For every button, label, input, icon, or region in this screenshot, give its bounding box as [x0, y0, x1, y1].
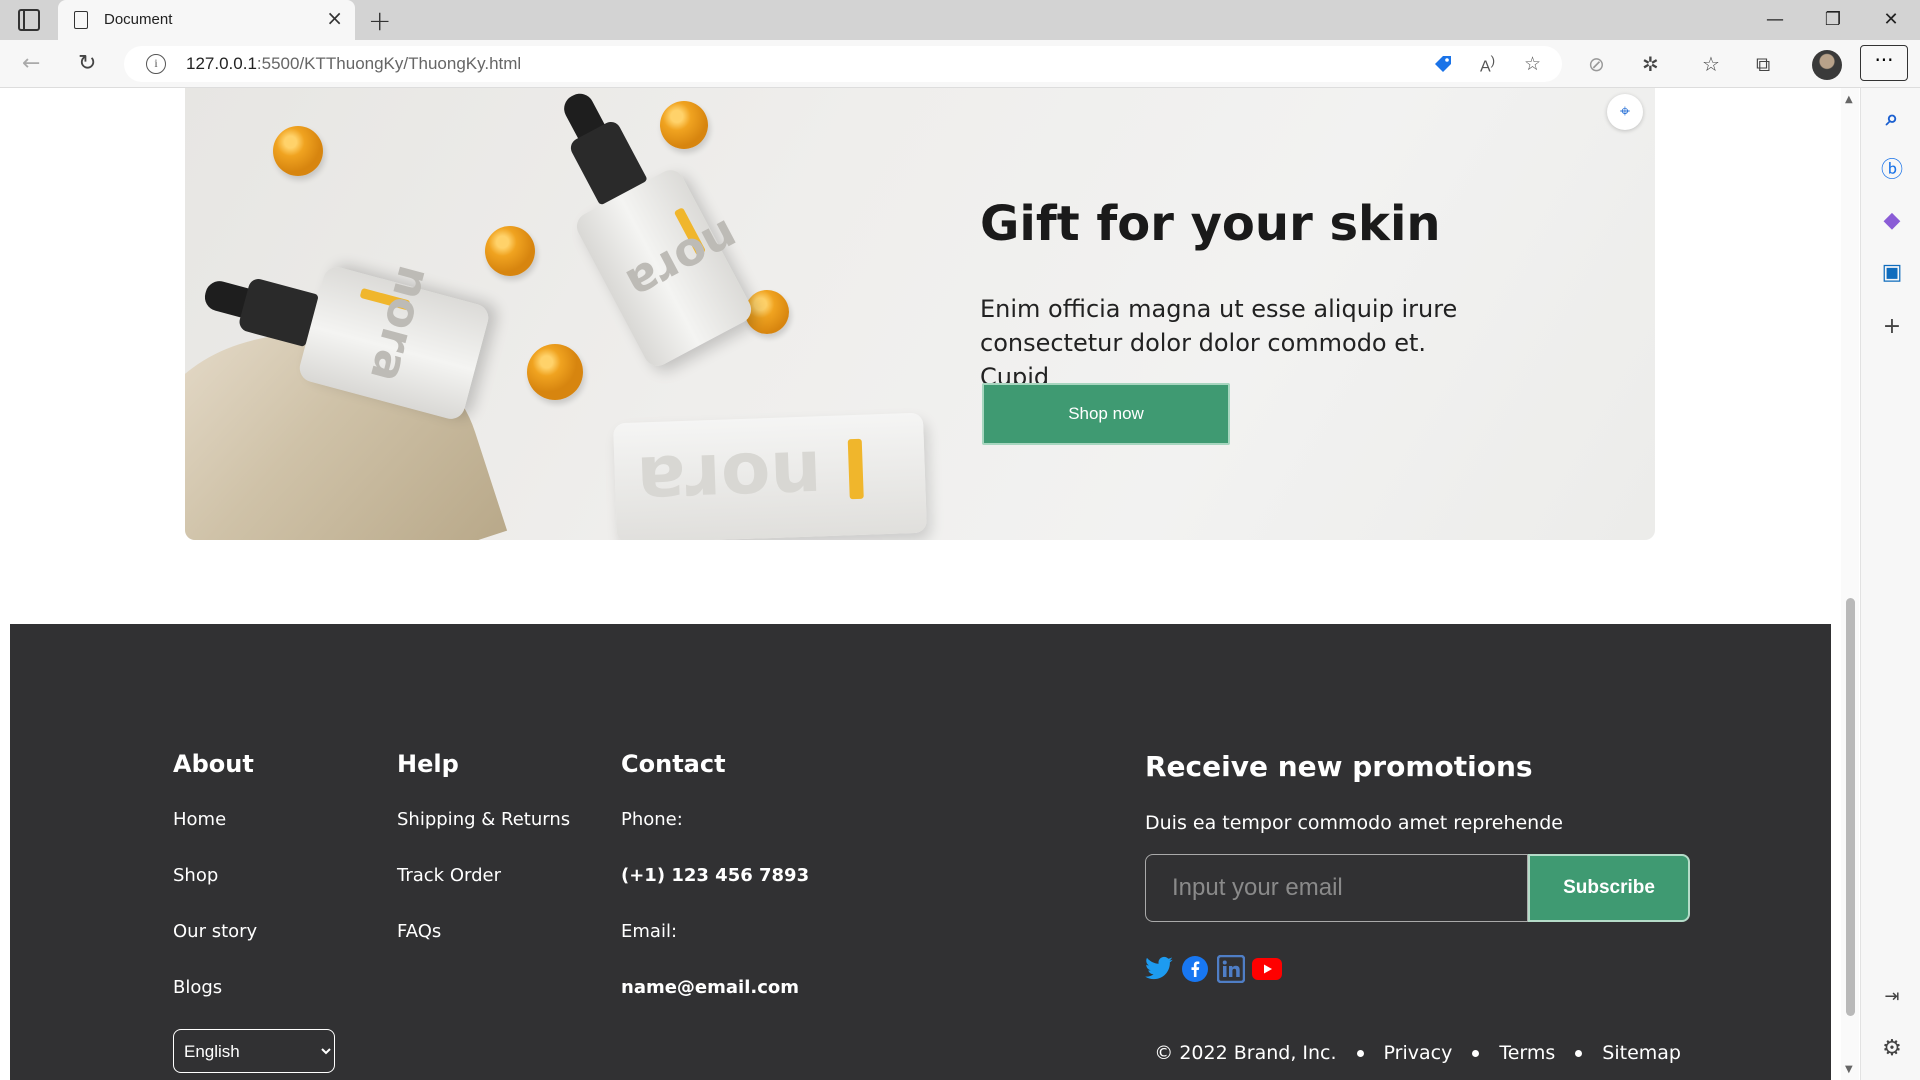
browser-tab[interactable]: Document × [58, 0, 355, 40]
berry-image [485, 226, 535, 276]
extensions-icon[interactable]: ✲ [1642, 52, 1659, 76]
email-label: Email: [621, 921, 678, 942]
address-toolbar: ← ↻ i 127.0.0.1:5500/KTThuongKy/ThuongKy… [0, 40, 1920, 88]
promotions-subtext: Duis ea tempor commodo amet reprehende [1145, 812, 1563, 834]
restore-icon[interactable]: ❐ [1808, 6, 1858, 34]
berry-image [273, 126, 323, 176]
profile-avatar[interactable] [1812, 50, 1842, 80]
berry-image [745, 290, 789, 334]
bottle-brand-text: nora [359, 260, 443, 389]
phone-value: (+1) 123 456 7893 [621, 865, 810, 886]
copyright-text: © 2022 Brand, Inc. [1154, 1042, 1337, 1064]
hero-title: Gift for your skin [980, 196, 1441, 252]
page-viewport: nora nora nora ⌖ Gift for your skin Enim… [0, 88, 1841, 1080]
subscribe-button[interactable]: Subscribe [1528, 854, 1690, 922]
tab-actions-icon[interactable] [18, 9, 40, 31]
shopping-tag-icon[interactable] [1432, 53, 1454, 80]
promotions-heading: Receive new promotions [1145, 750, 1533, 783]
berry-image [527, 344, 583, 400]
footer-link-track-order[interactable]: Track Order [397, 865, 501, 886]
favorites-icon[interactable]: ☆ [1702, 52, 1720, 76]
document-icon [74, 11, 88, 29]
url-text[interactable]: 127.0.0.1:5500/KTThuongKy/ThuongKy.html [186, 54, 521, 74]
facebook-icon[interactable] [1180, 954, 1210, 984]
bing-chat-icon[interactable]: ⓑ [1879, 158, 1905, 184]
close-window-icon[interactable]: ✕ [1866, 6, 1916, 34]
footer-about-heading: About [173, 750, 254, 778]
scroll-down-arrow-icon[interactable]: ▼ [1845, 1064, 1853, 1075]
favorite-add-icon[interactable]: ☆ [1524, 53, 1541, 75]
footer-help-heading: Help [397, 750, 459, 778]
footer-bottom-links: © 2022 Brand, Inc. Privacy Terms Sitemap [1154, 1042, 1681, 1064]
hero-description: Enim officia magna ut esse aliquip irure… [980, 295, 1458, 391]
twitter-icon[interactable] [1144, 954, 1174, 984]
shop-now-button[interactable]: Shop now [982, 383, 1230, 445]
more-menu-icon[interactable]: ··· [1860, 45, 1908, 81]
email-value: name@email.com [621, 977, 800, 998]
youtube-icon[interactable] [1252, 954, 1282, 984]
footer-link-our-story[interactable]: Our story [173, 921, 257, 942]
hero-banner: nora nora nora ⌖ Gift for your skin Enim… [185, 88, 1655, 540]
scroll-up-arrow-icon[interactable]: ▲ [1845, 94, 1853, 105]
footer-link-shop[interactable]: Shop [173, 865, 218, 886]
browser-tab-bar: Document × + — ❐ ✕ [0, 0, 1920, 40]
terms-link[interactable]: Terms [1499, 1042, 1555, 1064]
sidebar-settings-gear-icon[interactable]: ⚙ [1879, 1036, 1905, 1062]
address-bar[interactable]: i 127.0.0.1:5500/KTThuongKy/ThuongKy.htm… [124, 46, 1562, 82]
separator-dot [1472, 1049, 1480, 1057]
linkedin-icon[interactable] [1216, 954, 1246, 984]
footer-link-home[interactable]: Home [173, 809, 226, 830]
serum-bottle-image: nora [559, 88, 756, 371]
browser-sidebar: ⌕ ⓑ ◆ ▣ + ⇥ ⚙ [1860, 88, 1920, 1080]
add-sidebar-app-icon[interactable]: + [1879, 314, 1905, 340]
site-info-icon[interactable]: i [146, 54, 166, 74]
footer-contact-heading: Contact [621, 750, 726, 778]
compass-icon[interactable]: ⊘ [1588, 52, 1605, 76]
refresh-icon[interactable]: ↻ [78, 52, 96, 76]
back-icon[interactable]: ← [22, 52, 40, 76]
minimize-icon[interactable]: — [1750, 6, 1800, 34]
page-scrollbar[interactable]: ▲ ▼ [1841, 88, 1859, 1080]
sitemap-link[interactable]: Sitemap [1602, 1042, 1681, 1064]
close-tab-icon[interactable]: × [326, 8, 343, 28]
new-tab-icon[interactable]: + [368, 4, 391, 37]
separator-dot [1575, 1049, 1583, 1057]
search-icon[interactable]: ⌕ [1879, 106, 1905, 132]
visual-search-icon[interactable]: ⌖ [1607, 94, 1643, 130]
serum-box-image: nora [613, 412, 927, 540]
language-select[interactable]: English [173, 1029, 335, 1073]
hide-sidebar-icon[interactable]: ⇥ [1879, 984, 1905, 1010]
phone-label: Phone: [621, 809, 683, 830]
footer-link-faqs[interactable]: FAQs [397, 921, 441, 942]
url-path: :5500/KTThuongKy/ThuongKy.html [256, 54, 522, 73]
footer-link-shipping-returns[interactable]: Shipping & Returns [397, 809, 570, 830]
berry-image [660, 101, 708, 149]
separator-dot [1356, 1049, 1364, 1057]
site-footer: About Home Shop Our story Blogs Help Shi… [10, 624, 1831, 1080]
read-aloud-icon[interactable]: A) [1480, 53, 1495, 76]
url-host: 127.0.0.1 [186, 54, 257, 73]
privacy-link[interactable]: Privacy [1384, 1042, 1453, 1064]
box-brand-text: nora [635, 434, 824, 525]
scrollbar-thumb[interactable] [1846, 598, 1855, 1016]
footer-link-blogs[interactable]: Blogs [173, 977, 222, 998]
tab-title: Document [104, 11, 173, 28]
collections-icon[interactable]: ⧉ [1756, 52, 1770, 76]
copilot-icon[interactable]: ◆ [1879, 208, 1905, 234]
newsletter-email-input[interactable] [1145, 854, 1528, 922]
outlook-icon[interactable]: ▣ [1879, 260, 1905, 286]
